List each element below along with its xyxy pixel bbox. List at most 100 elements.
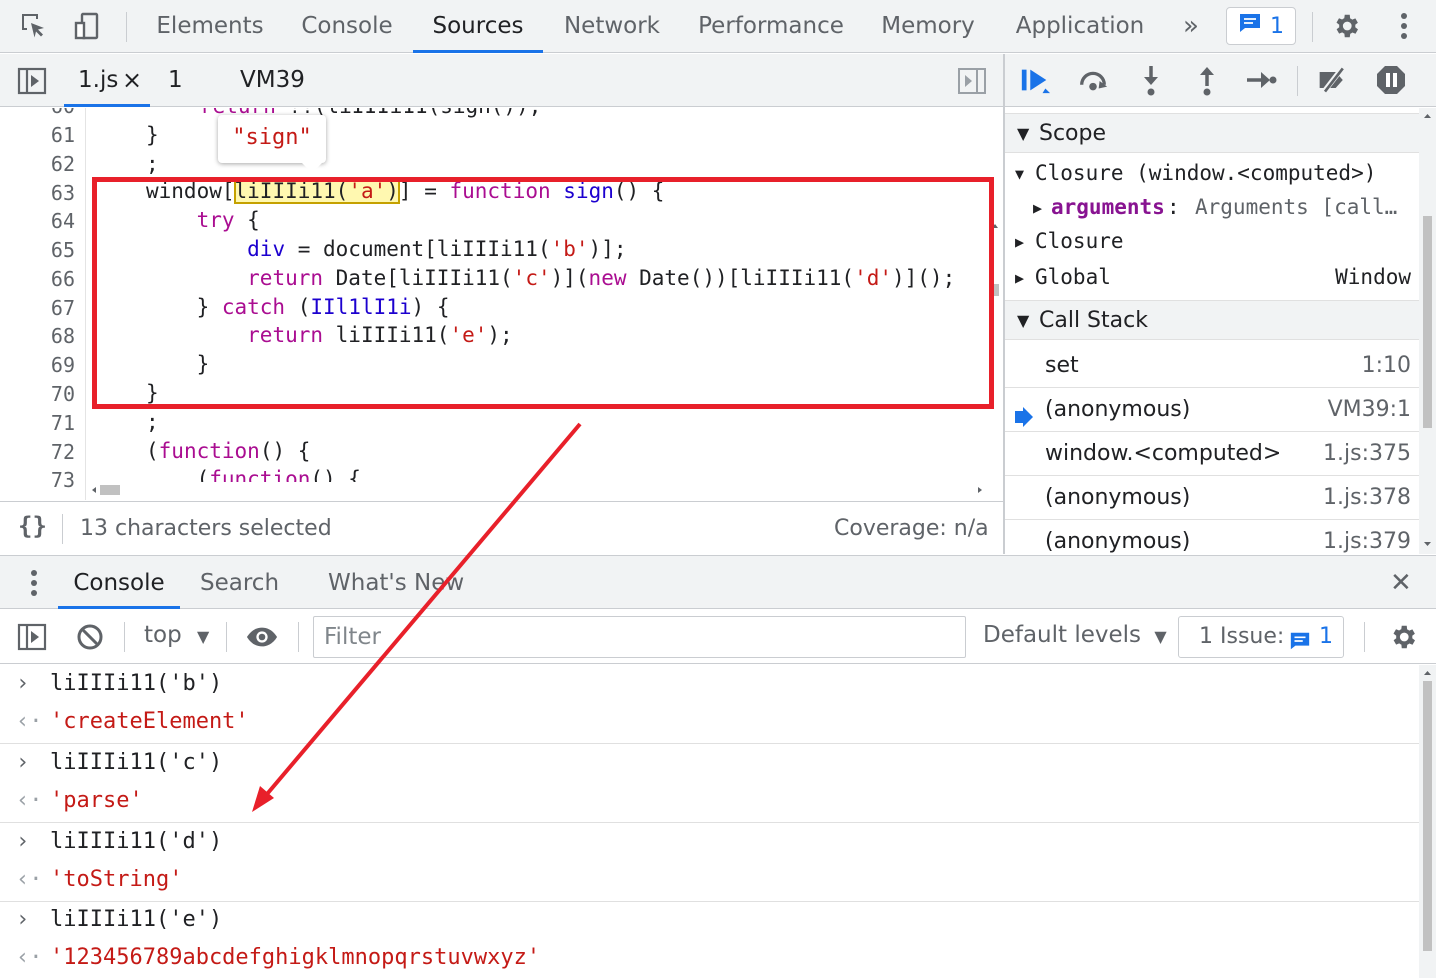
line-number[interactable]: 70 — [51, 382, 75, 406]
call-frame-location[interactable]: VM39:1 — [1328, 388, 1411, 432]
call-stack-section-header[interactable]: ▼ Call Stack — [1005, 300, 1419, 340]
device-toolbar-icon[interactable] — [72, 10, 104, 42]
tab-elements[interactable]: Elements — [148, 0, 272, 53]
console-output[interactable]: › liIIIi11('b') ‹· 'createElement' › liI… — [0, 665, 1419, 978]
line-number-gutter[interactable]: 60 61 62 63 64 65 66 67 68 69 70 71 72 7… — [0, 108, 86, 500]
tab-performance[interactable]: Performance — [692, 0, 850, 53]
line-number[interactable]: 61 — [51, 123, 75, 147]
more-tabs-button[interactable]: » — [1172, 0, 1210, 53]
execution-context-select[interactable]: top ▼ — [144, 622, 209, 648]
scope-global-row[interactable]: ▶ Global Window — [1005, 265, 1419, 297]
console-result-text[interactable]: '123456789abcdefghigklmnopqrstuvwxyz' — [50, 945, 540, 970]
code-line: window[liIIIi11('a')] = function sign() … — [146, 178, 665, 204]
drawer-tab-whats-new[interactable]: What's New — [328, 556, 464, 609]
call-frame-location[interactable]: 1.js:375 — [1323, 432, 1411, 476]
scope-closure-collapsed-row[interactable]: ▶ Closure — [1005, 229, 1419, 261]
code-line: } — [146, 352, 210, 376]
editor-vertical-scrollbar[interactable] — [988, 216, 1002, 500]
line-number[interactable]: 64 — [51, 209, 75, 233]
settings-gear-icon[interactable] — [1330, 10, 1362, 42]
scope-section-header[interactable]: ▼ Scope — [1005, 113, 1419, 153]
drawer-menu-icon[interactable] — [18, 567, 50, 599]
file-tabs-bar: 1.js × 1 VM39 — [0, 54, 1004, 107]
call-frame[interactable]: (anonymous) 1.js:378 — [1005, 476, 1419, 520]
toggle-debugger-sidebar-icon[interactable] — [956, 65, 988, 97]
toggle-navigator-icon[interactable] — [16, 65, 48, 97]
close-tab-icon[interactable]: × — [122, 54, 142, 107]
tab-memory[interactable]: Memory — [872, 0, 984, 53]
step-over-icon[interactable] — [1077, 64, 1109, 96]
chevron-down-icon: ▼ — [1015, 165, 1025, 183]
drawer-tab-console[interactable]: Console — [58, 556, 180, 609]
close-drawer-icon[interactable]: ✕ — [1390, 556, 1420, 609]
pause-on-exceptions-icon[interactable] — [1375, 64, 1407, 96]
call-frame-name: (anonymous) — [1045, 529, 1191, 554]
file-tab-vm39[interactable]: VM39 — [240, 54, 310, 107]
console-settings-gear-icon[interactable] — [1387, 621, 1419, 653]
tab-network[interactable]: Network — [556, 0, 668, 53]
more-options-icon[interactable] — [1388, 10, 1420, 42]
drawer-tab-search[interactable]: Search — [200, 556, 280, 609]
clear-console-icon[interactable] — [74, 621, 106, 653]
console-result-entry: ‹· '123456789abcdefghigklmnopqrstuvwxyz' — [0, 941, 1419, 978]
call-frame-current[interactable]: (anonymous) VM39:1 — [1005, 388, 1419, 432]
code-line: div = document[liIIIi11('b')]; — [247, 237, 627, 261]
call-frame-name: (anonymous) — [1045, 397, 1191, 422]
call-frame[interactable]: set 1:10 — [1005, 344, 1419, 388]
line-number[interactable]: 65 — [51, 238, 75, 262]
line-number[interactable]: 73 — [51, 468, 75, 492]
file-tab-1js[interactable]: 1.js × — [64, 54, 150, 107]
tab-application[interactable]: Application — [1008, 0, 1152, 53]
call-frame-name: (anonymous) — [1045, 485, 1191, 510]
step-icon[interactable] — [1245, 64, 1277, 96]
step-into-icon[interactable] — [1135, 64, 1167, 96]
code-line: } — [146, 123, 159, 147]
code-line: (function() { — [146, 439, 311, 463]
console-issues-button[interactable]: 1 Issue: 1 — [1178, 616, 1344, 658]
console-scrollbar[interactable] — [1419, 665, 1436, 978]
line-number[interactable]: 66 — [51, 267, 75, 291]
call-frame-name: set — [1045, 353, 1079, 378]
file-tab-1[interactable]: 1 — [168, 54, 188, 107]
editor-status-bar: {} 13 characters selected Coverage: n/a — [0, 501, 1003, 554]
toolbar-divider — [298, 622, 299, 652]
toolbar-divider — [1364, 622, 1365, 652]
line-number[interactable]: 72 — [51, 440, 75, 464]
line-number[interactable]: 68 — [51, 324, 75, 348]
pretty-print-button[interactable]: {} — [18, 512, 47, 540]
deactivate-breakpoints-icon[interactable] — [1317, 64, 1349, 96]
inspect-element-icon[interactable] — [18, 10, 50, 42]
step-out-icon[interactable] — [1191, 64, 1223, 96]
line-number[interactable]: 67 — [51, 296, 75, 320]
call-frame-location[interactable]: 1:10 — [1362, 344, 1411, 388]
issues-badge-button[interactable]: 1 — [1226, 7, 1296, 45]
code-editor[interactable]: 60 61 62 63 64 65 66 67 68 69 70 71 72 7… — [0, 108, 1003, 500]
call-frame[interactable]: window.<computed> 1.js:375 — [1005, 432, 1419, 476]
tab-sources[interactable]: Sources — [413, 0, 543, 53]
console-result-text[interactable]: 'createElement' — [50, 709, 249, 734]
live-expression-eye-icon[interactable] — [246, 621, 278, 653]
tab-console[interactable]: Console — [290, 0, 404, 53]
line-number[interactable]: 71 — [51, 411, 75, 435]
console-toolbar: top ▼ Filter Default levels ▼ 1 Issue: 1 — [0, 610, 1436, 664]
console-result-text[interactable]: 'parse' — [50, 788, 143, 813]
console-result-text[interactable]: 'toString' — [50, 867, 182, 892]
editor-horizontal-scrollbar[interactable] — [86, 482, 988, 498]
call-frame-location[interactable]: 1.js:378 — [1323, 476, 1411, 520]
scope-closure-row[interactable]: ▼ Closure (window.<computed>) — [1005, 161, 1419, 193]
log-levels-select[interactable]: Default levels ▼ — [983, 622, 1167, 648]
scope-arguments-row[interactable]: ▶ arguments : Arguments [call… — [1005, 195, 1419, 227]
line-number[interactable]: 69 — [51, 353, 75, 377]
drawer-tab-bar: Console Search What's New ✕ — [0, 555, 1436, 609]
console-sidebar-toggle-icon[interactable] — [16, 621, 48, 653]
selected-expression[interactable]: liIIIi11('a') — [233, 178, 400, 204]
line-number[interactable]: 60 — [51, 108, 75, 118]
code-line: ; — [146, 410, 159, 434]
line-number[interactable]: 63 — [51, 181, 75, 205]
resume-icon[interactable] — [1019, 64, 1051, 96]
debugger-scrollbar[interactable] — [1419, 108, 1436, 554]
console-filter-input[interactable]: Filter — [313, 616, 966, 658]
call-frame[interactable]: (anonymous) 1.js:379 — [1005, 520, 1419, 554]
call-frame-location[interactable]: 1.js:379 — [1323, 520, 1411, 554]
line-number[interactable]: 62 — [51, 152, 75, 176]
